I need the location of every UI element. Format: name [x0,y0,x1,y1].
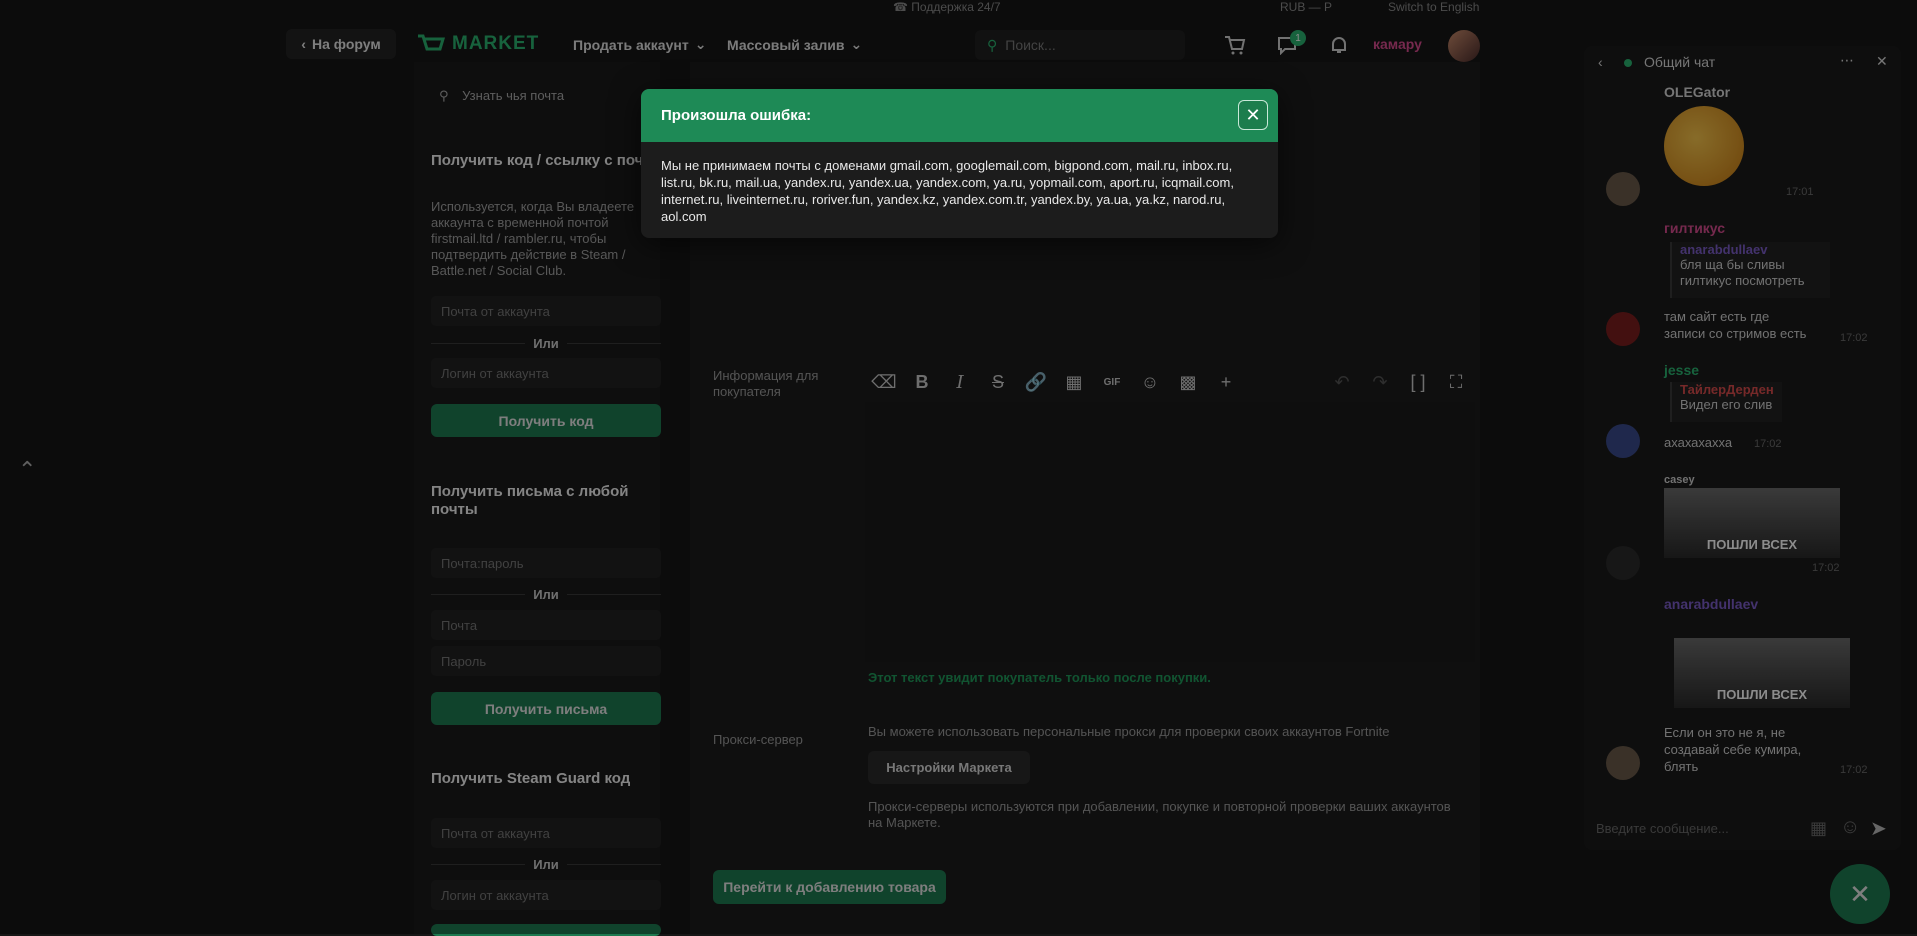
close-icon: ✕ [1245,104,1261,125]
modal-header: Произошла ошибка: [641,89,1278,142]
modal-close-button[interactable]: ✕ [1238,100,1268,130]
modal-title: Произошла ошибка: [661,107,812,124]
error-modal: Произошла ошибка: ✕ Мы не принимаем почт… [641,89,1278,238]
modal-message: Мы не принимаем почты с доменами gmail.c… [661,158,1234,224]
